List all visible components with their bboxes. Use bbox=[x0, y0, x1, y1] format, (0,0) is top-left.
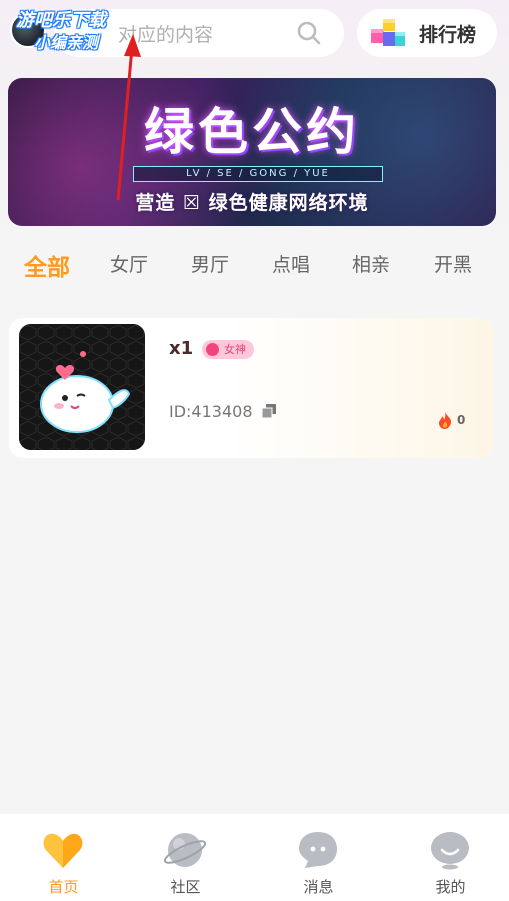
ranking-button[interactable]: 排行榜 bbox=[357, 9, 497, 57]
search-icon[interactable] bbox=[296, 20, 322, 46]
home-page: 对应的内容 排行榜 游吧乐下载 小编亲测 绿色公约 LV / SE / GONG… bbox=[0, 0, 509, 901]
tab-male-room[interactable]: 男厅 bbox=[191, 250, 229, 277]
tab-female-room[interactable]: 女厅 bbox=[110, 250, 148, 277]
fire-icon bbox=[439, 411, 452, 429]
room-tag-label: 女神 bbox=[224, 343, 246, 356]
room-card[interactable]: x1 女神 ID:413408 0 bbox=[9, 318, 494, 458]
room-title: x1 bbox=[169, 338, 194, 359]
banner-slogan: 营造 ☒ 绿色健康网络环境 bbox=[135, 192, 369, 214]
room-cover-image bbox=[19, 324, 145, 450]
nav-community-label: 社区 bbox=[170, 878, 201, 896]
banner-subtitle: LV / SE / GONG / YUE bbox=[133, 166, 383, 182]
ranking-cubes-icon bbox=[371, 19, 405, 46]
nav-profile[interactable]: 我的 bbox=[387, 814, 509, 901]
tab-matchmaking[interactable]: 相亲 bbox=[352, 250, 390, 277]
watermark: 游吧乐下载 小编亲测 bbox=[16, 10, 146, 54]
chat-icon bbox=[299, 832, 337, 868]
heart-icon bbox=[43, 833, 83, 868]
watermark-line1: 游吧乐下载 bbox=[16, 10, 106, 31]
profile-icon bbox=[431, 832, 469, 870]
room-heat-count: 0 bbox=[457, 413, 466, 427]
bottom-navigation: 首页 社区 消息 我的 bbox=[0, 814, 509, 901]
tab-song-request[interactable]: 点唱 bbox=[272, 250, 310, 277]
nav-home-label: 首页 bbox=[48, 878, 79, 896]
category-tabs: 全部 女厅 男厅 点唱 相亲 开黑 bbox=[0, 250, 509, 286]
tag-dot-icon bbox=[206, 343, 219, 356]
nav-messages[interactable]: 消息 bbox=[255, 814, 382, 901]
planet-icon bbox=[164, 833, 206, 867]
promo-banner[interactable]: 绿色公约 LV / SE / GONG / YUE 营造 ☒ 绿色健康网络环境 bbox=[8, 78, 496, 226]
copy-icon[interactable] bbox=[262, 404, 276, 418]
nav-home[interactable]: 首页 bbox=[0, 814, 127, 901]
ranking-label: 排行榜 bbox=[419, 23, 477, 46]
whale-mascot-icon bbox=[19, 324, 145, 450]
tab-gaming[interactable]: 开黑 bbox=[434, 250, 472, 277]
tab-all[interactable]: 全部 bbox=[24, 248, 70, 282]
nav-community[interactable]: 社区 bbox=[122, 814, 249, 901]
room-id: ID:413408 bbox=[169, 402, 253, 421]
watermark-line2: 小编亲测 bbox=[34, 33, 99, 52]
banner-title: 绿色公约 bbox=[144, 103, 360, 161]
nav-profile-label: 我的 bbox=[435, 878, 466, 896]
room-tag-badge: 女神 bbox=[202, 340, 254, 359]
nav-messages-label: 消息 bbox=[303, 878, 334, 896]
